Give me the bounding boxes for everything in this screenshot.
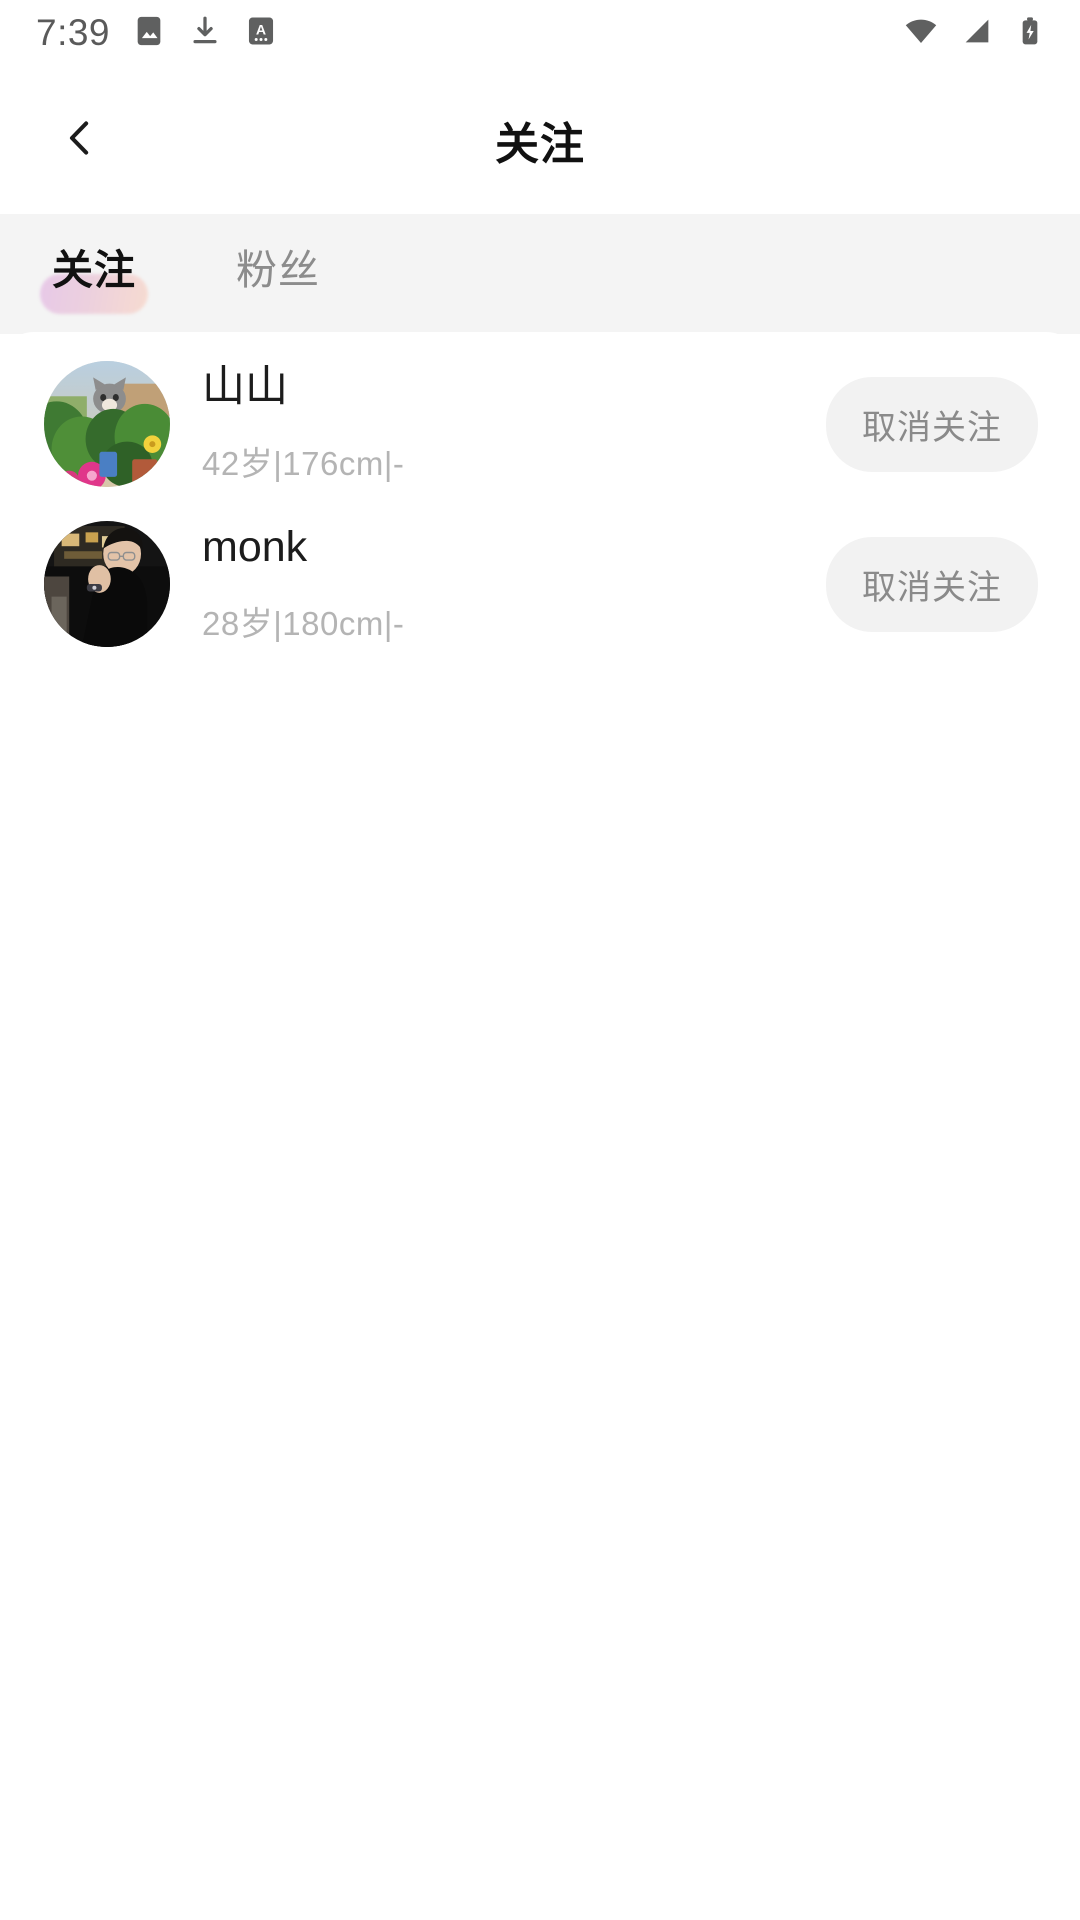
status-bar-right <box>902 12 1046 55</box>
user-meta: 28岁|180cm|- <box>202 604 405 642</box>
translate-icon: A <box>244 14 278 53</box>
tab-fans-label: 粉丝 <box>236 247 320 293</box>
unfollow-button[interactable]: 取消关注 <box>826 536 1038 632</box>
user-meta: 42岁|176cm|- <box>202 444 405 482</box>
download-icon <box>188 14 222 53</box>
chevron-left-icon <box>57 115 103 166</box>
status-clock: 7:39 <box>36 12 111 53</box>
battery-charging-icon <box>1014 15 1046 52</box>
avatar-monk[interactable] <box>44 521 170 647</box>
status-bar: 7:39 A <box>0 0 1080 66</box>
page-title: 关注 <box>495 120 585 169</box>
tab-following-label: 关注 <box>52 247 136 293</box>
app-screen: 7:39 A 关注 关注 粉丝 山山 42岁|176cm|- 取消关注 monk… <box>0 0 1080 1920</box>
back-button[interactable] <box>44 104 116 176</box>
following-list: 山山 42岁|176cm|- 取消关注 monk 28岁|180cm|- 取消关… <box>0 332 1080 664</box>
list-item[interactable]: monk 28岁|180cm|- 取消关注 <box>0 504 1080 664</box>
user-name: monk <box>202 523 308 572</box>
list-item[interactable]: 山山 42岁|176cm|- 取消关注 <box>0 344 1080 504</box>
unfollow-button[interactable]: 取消关注 <box>826 376 1038 472</box>
image-icon <box>132 14 166 53</box>
list-item-info: monk 28岁|180cm|- <box>170 521 826 647</box>
cellular-signal-icon <box>960 14 994 53</box>
tab-bar: 关注 粉丝 <box>0 214 1080 334</box>
list-item-info: 山山 42岁|176cm|- <box>170 361 826 487</box>
page-header: 关注 <box>0 66 1080 214</box>
avatar-shanshan[interactable] <box>44 361 170 487</box>
tab-fans[interactable]: 粉丝 <box>236 214 320 334</box>
wifi-icon <box>902 12 940 55</box>
status-bar-left: 7:39 A <box>36 12 278 54</box>
svg-text:A: A <box>256 22 266 38</box>
tab-following[interactable]: 关注 <box>40 214 148 334</box>
user-name: 山山 <box>202 363 288 412</box>
